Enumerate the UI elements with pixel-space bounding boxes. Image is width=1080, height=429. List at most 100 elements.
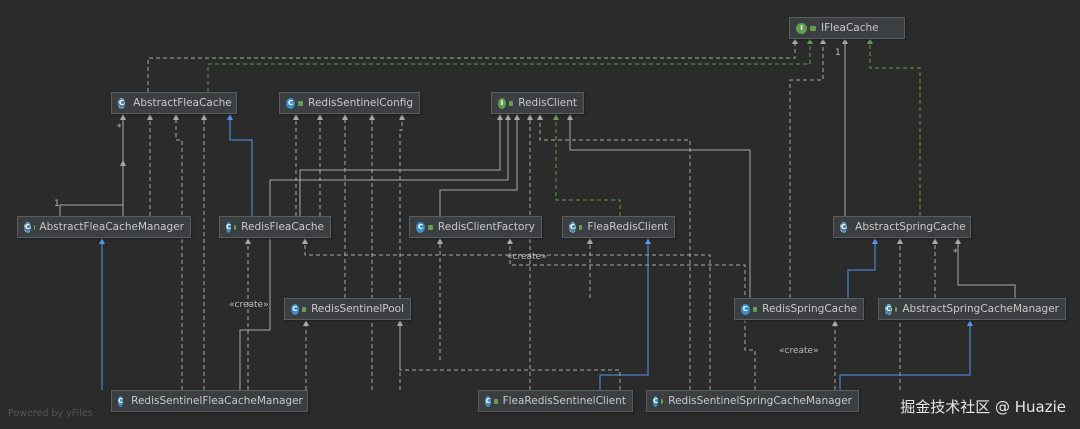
dependency-edge [509, 238, 756, 390]
arrowhead [245, 238, 251, 244]
multiplicity-label: 1 [54, 199, 60, 209]
arrowhead [955, 238, 961, 244]
class-icon: C [416, 221, 425, 233]
abstract-class-icon: C [569, 221, 577, 233]
extends-edge [847, 238, 876, 298]
extends-edge [839, 320, 971, 390]
arrowhead [302, 238, 308, 244]
node-label: FleaRedisClient [587, 221, 668, 233]
arrowhead [317, 114, 323, 120]
create-label: «create» [779, 346, 819, 356]
interface-icon: I [498, 97, 506, 109]
node-redisfleacache[interactable]: C RedisFleaCache [219, 216, 331, 238]
arrowhead [497, 114, 503, 120]
implements-edge [207, 38, 811, 92]
edges-layer [59, 38, 1016, 390]
arrowhead [437, 238, 443, 244]
node-abstractfleacache[interactable]: C AbstractFleaCache [111, 92, 237, 114]
node-label: RedisSentinelConfig [308, 97, 413, 109]
create-label: «create» [229, 300, 269, 310]
multiplicity-label: 1 [835, 48, 841, 58]
arrowhead [99, 238, 105, 244]
lock-icon [661, 398, 664, 404]
class-icon: C [741, 303, 750, 315]
class-icon: C [291, 303, 299, 315]
node-fleaRedissentinelclient[interactable]: C FleaRedisSentinelClient [478, 390, 633, 412]
class-icon: C [118, 395, 124, 407]
arrowhead [293, 114, 299, 120]
multiplicity-label: * [117, 123, 122, 133]
association-edge [239, 114, 509, 390]
arrowhead [399, 114, 405, 120]
node-fleaRedisclient[interactable]: C FleaRedisClient [562, 216, 675, 238]
node-redissentinelspringcachemanager[interactable]: C RedisSentinelSpringCacheManager [646, 390, 859, 412]
dependency-edge [147, 38, 796, 92]
node-abstractfleacachemanager[interactable]: C AbstractFleaCacheManager [17, 216, 191, 238]
arrowhead [505, 114, 511, 120]
lock-icon [301, 306, 307, 312]
arrowhead [342, 114, 348, 120]
lock-icon [810, 25, 816, 31]
node-redisclient[interactable]: I RedisClient [491, 92, 584, 114]
node-abstractspringcachemanager[interactable]: C AbstractSpringCacheManager [878, 298, 1066, 320]
lock-icon [428, 224, 433, 230]
node-abstractspringcache[interactable]: C AbstractSpringCache [833, 216, 971, 238]
node-label: RedisSentinelFleaCacheManager [131, 395, 303, 407]
node-redisclientfactory[interactable]: C RedisClientFactory [409, 216, 542, 238]
class-icon: C [286, 97, 296, 109]
arrowhead [397, 320, 403, 326]
extends-edge [599, 238, 649, 390]
node-label: IFleaCache [821, 22, 879, 34]
node-ifleacache[interactable]: I IFleaCache [789, 17, 905, 39]
association-edge [957, 238, 1016, 298]
node-label: RedisClientFactory [437, 221, 535, 233]
arrowhead [567, 114, 573, 120]
implements-edge [555, 114, 621, 216]
create-label: «create» [507, 252, 547, 262]
arrowhead [201, 114, 207, 120]
node-label: RedisSpringCache [762, 303, 857, 315]
arrowhead [967, 320, 973, 326]
node-label: AbstractFleaCacheManager [39, 221, 184, 233]
lock-icon [494, 398, 498, 404]
node-label: RedisSentinelPool [311, 303, 404, 315]
arrowhead [369, 114, 375, 120]
node-label: AbstractFleaCache [133, 97, 232, 109]
arrowhead [645, 238, 651, 244]
arrowhead [832, 320, 838, 326]
node-redissentinelfleacachemanager[interactable]: C RedisSentinelFleaCacheManager [111, 390, 308, 412]
dependency-edge [399, 320, 621, 390]
arrowhead [527, 114, 533, 120]
extends-edge [229, 114, 253, 216]
arrowhead [897, 238, 903, 244]
node-label: AbstractSpringCache [855, 221, 966, 233]
dependency-edge [789, 38, 824, 298]
arrowhead [120, 114, 126, 120]
node-redissentinelpool[interactable]: C RedisSentinelPool [284, 298, 411, 320]
arrowhead [147, 114, 153, 120]
abstract-class-icon: C [24, 221, 32, 233]
node-redisspringcache[interactable]: C RedisSpringCache [734, 298, 864, 320]
arrowhead [173, 114, 179, 120]
association-edge [59, 160, 124, 216]
node-label: RedisFleaCache [241, 221, 324, 233]
dependency-edge [175, 114, 183, 390]
class-icon: C [226, 221, 232, 233]
node-label: AbstractSpringCacheManager [902, 303, 1059, 315]
arrowhead [587, 238, 593, 244]
abstract-class-icon: C [885, 303, 893, 315]
arrowhead [303, 320, 309, 326]
node-label: RedisClient [518, 97, 577, 109]
abstract-class-icon: C [840, 221, 848, 233]
interface-icon: I [796, 22, 807, 34]
watermark: 掘金技术社区 @ Huazie [900, 398, 1066, 416]
association-edge [569, 114, 751, 298]
lock-icon [508, 100, 514, 106]
implements-edge [869, 38, 921, 216]
powered-by-label: Powered by yFiles [8, 408, 93, 419]
node-redissentinelconfig[interactable]: C RedisSentinelConfig [279, 92, 420, 114]
lock-icon [234, 224, 237, 230]
node-label: RedisSentinelSpringCacheManager [668, 395, 852, 407]
lock-icon [752, 306, 758, 312]
class-icon: C [653, 395, 659, 407]
